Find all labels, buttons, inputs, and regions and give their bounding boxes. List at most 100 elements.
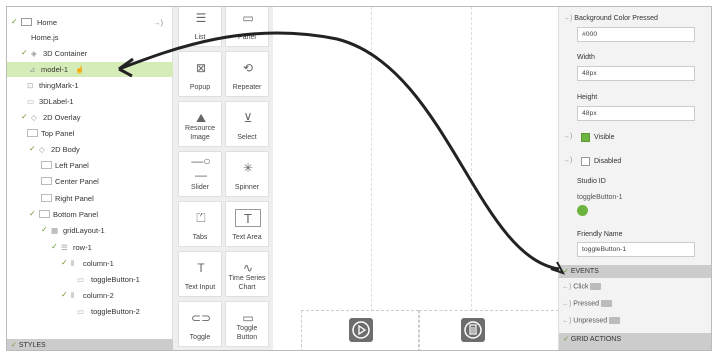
friendly-name-input[interactable]: toggleButton-1 bbox=[577, 242, 695, 257]
visible-row: →) bbox=[563, 133, 572, 140]
disabled-checkbox[interactable] bbox=[581, 157, 590, 166]
tree-item-label: row-1 bbox=[73, 243, 92, 252]
grid-actions-label: GRID ACTIONS bbox=[570, 336, 622, 343]
event-click[interactable]: ←) Click bbox=[562, 283, 602, 290]
repeater-icon: ⟲ bbox=[242, 61, 254, 75]
tree-item-label: Left Panel bbox=[55, 161, 89, 170]
chevron-down-icon[interactable]: ✓ bbox=[21, 113, 29, 121]
column-2-cell[interactable] bbox=[419, 310, 559, 350]
widget-label: Text Area bbox=[232, 234, 262, 241]
tree-item-label: Top Panel bbox=[41, 129, 75, 138]
events-section-header[interactable]: ✓ EVENTS bbox=[559, 265, 711, 278]
visible-checkbox[interactable] bbox=[581, 133, 590, 142]
text-input-icon: T bbox=[197, 261, 205, 275]
widget-label: Repeater bbox=[232, 84, 262, 91]
binding-arrow-icon[interactable]: →) bbox=[563, 133, 572, 140]
cube-icon: ◈ bbox=[31, 49, 37, 58]
tree-item-home-js[interactable]: Home.js bbox=[31, 30, 59, 45]
height-input[interactable]: 48px bbox=[577, 106, 695, 121]
cursor-hand-icon: ☝ bbox=[75, 65, 85, 74]
chevron-down-icon[interactable]: ✓ bbox=[41, 226, 49, 234]
widget-label: Toggle bbox=[189, 334, 211, 341]
grid-icon: ▦ bbox=[51, 226, 59, 235]
toggle-button-2-preview[interactable] bbox=[461, 318, 485, 342]
column-icon: ⦀ bbox=[71, 291, 75, 300]
widget-palette: ☰ List ▭ Panel ⊠ Popup ⟲ Repeater ⛰ Resource … bbox=[173, 7, 273, 350]
widget-text-input[interactable]: T Text Input bbox=[178, 251, 222, 297]
slider-icon: —○— bbox=[191, 154, 211, 182]
edit-icon[interactable] bbox=[577, 205, 588, 216]
app-frame: ✓ Home →) Home.js ✓ ◈ 3D Container ⊿ mod… bbox=[6, 6, 712, 351]
widget-panel[interactable]: ▭ Panel bbox=[225, 7, 269, 47]
widget-toggle-button[interactable]: ▭ Toggle Button bbox=[225, 301, 269, 347]
project-tree: ✓ Home →) Home.js ✓ ◈ 3D Container ⊿ mod… bbox=[7, 7, 173, 350]
bg-pressed-input[interactable]: #000 bbox=[577, 27, 695, 42]
row-icon: ☰ bbox=[61, 243, 68, 252]
tree-item-label: toggleButton-1 bbox=[91, 275, 140, 284]
chevron-down-icon[interactable]: ✓ bbox=[11, 18, 19, 26]
tree-item-model-1[interactable]: ⊿ model-1 ☝ bbox=[7, 62, 173, 77]
tree-item-label: 3D Container bbox=[43, 49, 88, 58]
tree-item-label: 2D Body bbox=[51, 145, 80, 154]
bg-pressed-label: Background Color Pressed bbox=[574, 15, 658, 22]
toggle-button-1-preview[interactable] bbox=[349, 318, 373, 342]
chevron-down-icon[interactable]: ✓ bbox=[61, 259, 69, 267]
model-icon: ⊿ bbox=[29, 65, 36, 74]
panel-icon bbox=[27, 129, 38, 137]
widget-resource-image[interactable]: ⛰ Resource Image bbox=[178, 101, 222, 147]
column-icon: ⦀ bbox=[71, 259, 75, 268]
widget-time-series-chart[interactable]: ∿ Time Series Chart bbox=[225, 251, 269, 297]
chevron-down-icon[interactable]: ✓ bbox=[51, 243, 59, 251]
widget-select[interactable]: ⊻ Select bbox=[225, 101, 269, 147]
widget-popup[interactable]: ⊠ Popup bbox=[178, 51, 222, 97]
view-icon bbox=[21, 18, 32, 26]
tree-item-home[interactable]: ✓ Home →) bbox=[11, 15, 163, 30]
tree-item-label: column-2 bbox=[83, 291, 114, 300]
event-unpressed[interactable]: ←) Unpressed bbox=[562, 317, 621, 325]
height-label: Height bbox=[577, 94, 598, 101]
panel-icon: ▭ bbox=[242, 11, 254, 25]
widget-label: Panel bbox=[238, 34, 256, 41]
event-pressed[interactable]: ←) Pressed bbox=[562, 300, 612, 307]
js-badge-icon[interactable] bbox=[609, 317, 621, 324]
design-canvas[interactable] bbox=[273, 7, 563, 350]
tree-item-label: Center Panel bbox=[55, 177, 99, 186]
document-icon bbox=[464, 321, 482, 339]
widget-slider[interactable]: —○— Slider bbox=[178, 151, 222, 197]
chevron-down-icon[interactable]: ✓ bbox=[29, 210, 37, 218]
widget-list[interactable]: ☰ List bbox=[178, 7, 222, 47]
studio-id-value: toggleButton-1 bbox=[577, 194, 623, 201]
chevron-down-icon[interactable]: ✓ bbox=[61, 291, 69, 299]
tree-item-label: 3DLabel-1 bbox=[39, 97, 74, 106]
tree-item-label: column-1 bbox=[83, 259, 114, 268]
width-input[interactable]: 48px bbox=[577, 66, 695, 81]
chevron-down-icon[interactable]: ✓ bbox=[21, 49, 29, 57]
widget-tabs[interactable]: ⏍ Tabs bbox=[178, 201, 222, 247]
js-badge-icon[interactable] bbox=[600, 300, 612, 307]
tree-item-label: Home.js bbox=[31, 33, 59, 42]
widget-spinner[interactable]: ✳ Spinner bbox=[225, 151, 269, 197]
popup-icon: ⊠ bbox=[195, 61, 207, 75]
text-area-icon: T bbox=[235, 209, 261, 227]
widget-toggle[interactable]: ⊂⊃ Toggle bbox=[178, 301, 222, 347]
panel-icon bbox=[39, 210, 50, 218]
binding-arrow-icon[interactable]: →) bbox=[563, 15, 572, 22]
label-icon: ▭ bbox=[27, 97, 35, 106]
chevron-down-icon[interactable]: ✓ bbox=[29, 145, 37, 153]
js-badge-icon[interactable] bbox=[590, 283, 602, 290]
body-icon: ◇ bbox=[39, 145, 45, 154]
select-icon: ⊻ bbox=[243, 111, 253, 125]
styles-section-header[interactable]: ✓ STYLES bbox=[7, 339, 173, 350]
navigate-icon[interactable]: →) bbox=[153, 15, 163, 30]
widget-label: List bbox=[194, 34, 206, 41]
event-arrow-icon: ←) bbox=[562, 317, 572, 325]
panel-icon bbox=[41, 177, 52, 185]
events-label: EVENTS bbox=[570, 268, 599, 275]
chevron-down-icon: ✓ bbox=[563, 336, 569, 343]
grid-actions-section-header[interactable]: ✓ GRID ACTIONS bbox=[559, 333, 711, 350]
binding-arrow-icon[interactable]: →) bbox=[563, 157, 572, 164]
widget-repeater[interactable]: ⟲ Repeater bbox=[225, 51, 269, 97]
widget-label: Time Series Chart bbox=[228, 275, 266, 291]
widget-text-area[interactable]: T Text Area bbox=[225, 201, 269, 247]
event-arrow-icon: ←) bbox=[562, 300, 572, 308]
